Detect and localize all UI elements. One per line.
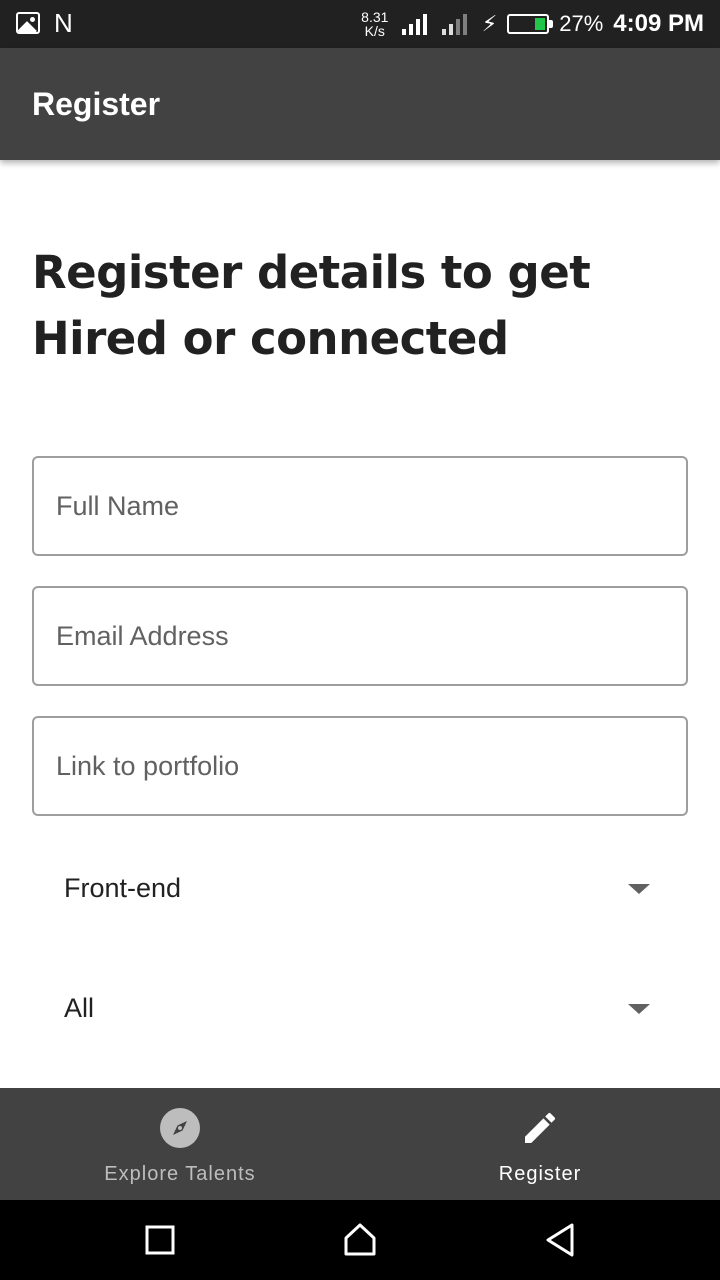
network-speed-value: 8.31: [361, 9, 389, 25]
portfolio-input[interactable]: [34, 718, 686, 814]
bottom-navigation: Explore Talents Register: [0, 1088, 720, 1200]
status-bar-right: 8.31 K/s ⚡ 27% 4:09 PM: [358, 0, 704, 48]
caret-down-icon: [628, 1004, 650, 1014]
nav-label-explore-talents: Explore Talents: [104, 1163, 256, 1185]
battery-level: [535, 18, 546, 30]
page-headline: Register details to get Hired or connect…: [32, 240, 692, 372]
recent-apps-icon[interactable]: [140, 1220, 180, 1260]
battery-percent: 27%: [559, 11, 604, 36]
app-bar: Register: [0, 48, 720, 160]
charging-icon: ⚡: [481, 11, 498, 36]
portfolio-field: [32, 716, 688, 816]
pencil-icon: [520, 1108, 560, 1148]
filter-dropdown-value: All: [64, 993, 95, 1023]
email-input[interactable]: [34, 588, 686, 684]
battery-icon: [507, 14, 554, 34]
status-bar: N 8.31 K/s ⚡ 27% 4:09 PM: [0, 0, 720, 48]
status-bar-left: N: [16, 10, 73, 36]
clock: 4:09 PM: [613, 10, 704, 37]
app-bar-title: Register: [32, 86, 161, 122]
back-icon[interactable]: [540, 1220, 580, 1260]
caret-down-icon: [628, 884, 650, 894]
email-field: [32, 586, 688, 686]
signal-icon: [401, 13, 432, 35]
role-dropdown[interactable]: Front-end: [32, 848, 688, 928]
nav-item-explore-talents[interactable]: Explore Talents: [0, 1088, 360, 1200]
full-name-field: [32, 456, 688, 556]
headline-line-2: Hired or connected: [32, 312, 509, 365]
notification-letter: N: [54, 8, 73, 38]
gallery-icon: [16, 12, 40, 34]
headline-line-1: Register details to get: [32, 246, 591, 299]
network-speed: 8.31 K/s: [358, 10, 392, 38]
filter-dropdown[interactable]: All: [32, 968, 688, 1048]
network-speed-unit: K/s: [364, 23, 385, 39]
nav-item-register[interactable]: Register: [360, 1088, 720, 1200]
system-navigation-bar: [0, 1200, 720, 1280]
signal-icon: [441, 13, 472, 35]
nav-label-register: Register: [498, 1163, 582, 1185]
role-dropdown-value: Front-end: [64, 873, 182, 903]
home-icon[interactable]: [340, 1220, 380, 1260]
compass-icon: [160, 1108, 200, 1148]
full-name-input[interactable]: [34, 458, 686, 554]
